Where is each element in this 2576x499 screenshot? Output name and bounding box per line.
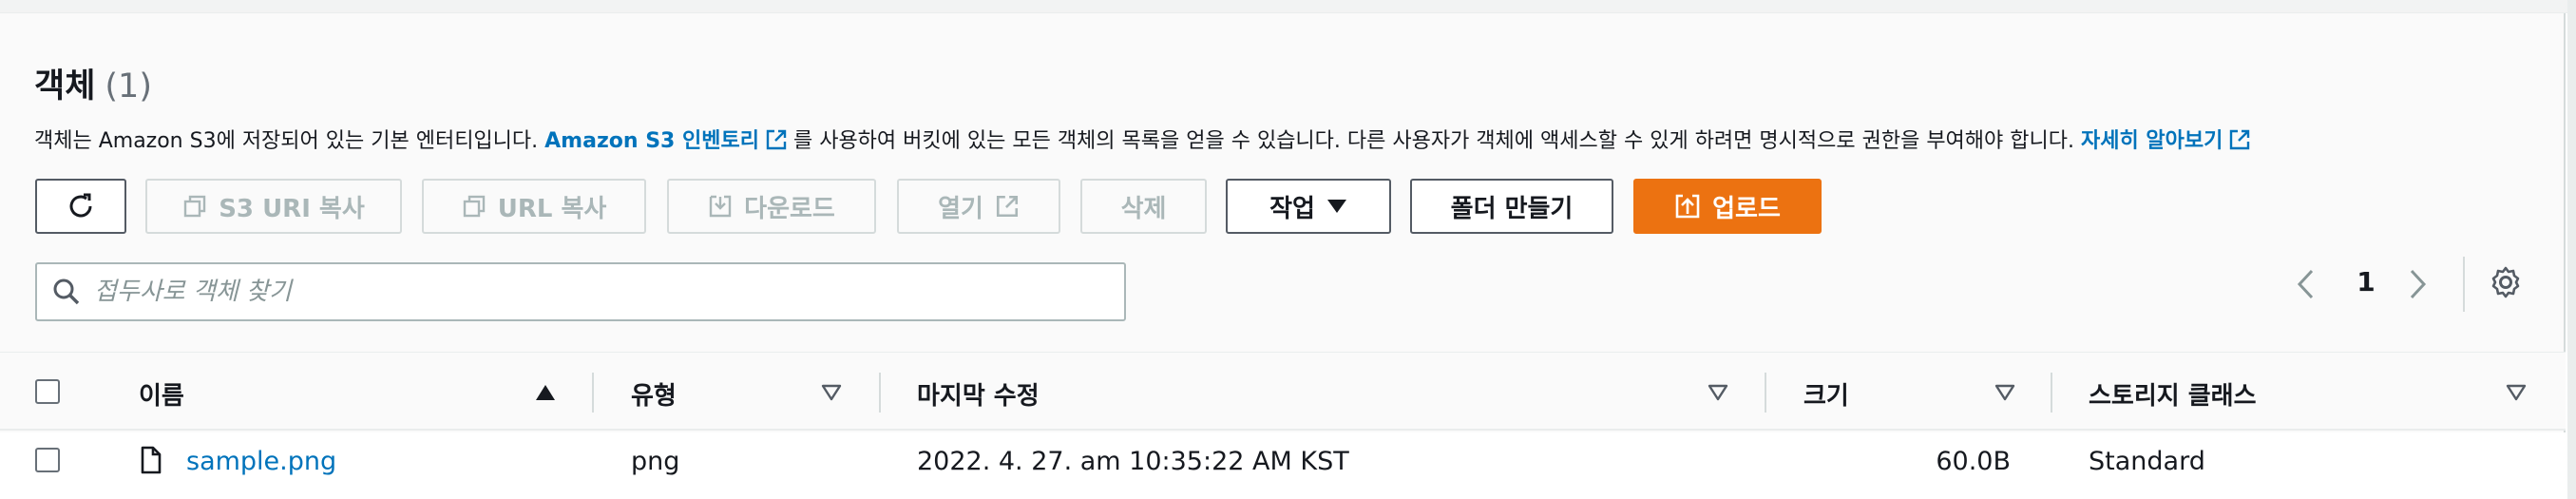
section-description: 객체는 Amazon S3에 저장되어 있는 기본 엔터티입니다. Amazon… (34, 124, 2257, 154)
object-name-link[interactable]: sample.png (186, 447, 336, 476)
current-page[interactable]: 1 (2352, 266, 2380, 297)
create-folder-label: 폴더 만들기 (1450, 194, 1574, 223)
copy-icon (184, 195, 206, 218)
download-icon (709, 195, 732, 218)
select-all-checkbox[interactable] (35, 379, 60, 404)
settings-gear-icon[interactable] (2489, 265, 2523, 299)
search-input[interactable] (94, 278, 1092, 306)
refresh-icon (69, 193, 92, 218)
copy-url-button[interactable]: URL 복사 (422, 179, 646, 234)
search-icon (53, 278, 80, 305)
column-header-last-modified[interactable]: 마지막 수정 (917, 376, 1040, 412)
column-header-storage-class[interactable]: 스토리지 클래스 (2089, 376, 2257, 412)
upload-label: 업로드 (1712, 194, 1781, 223)
delete-label: 삭제 (1120, 194, 1167, 223)
create-folder-button[interactable]: 폴더 만들기 (1410, 179, 1613, 234)
object-type: png (631, 447, 680, 476)
inventory-link[interactable]: Amazon S3 인벤토리 (544, 129, 759, 153)
external-link-icon (2230, 129, 2250, 150)
object-size: 60.0B (1936, 447, 2011, 476)
section-title: 객체 (1) (34, 59, 152, 107)
external-link-icon (996, 195, 1018, 218)
caret-down-icon (1326, 200, 1346, 213)
object-last-modified: 2022. 4. 27. am 10:35:22 AM KST (917, 447, 1349, 476)
open-label: 열기 (938, 194, 983, 223)
sort-icon[interactable] (1708, 384, 1728, 401)
description-middle: 를 사용하여 버킷에 있는 모든 객체의 목록을 얻을 수 있습니다. 다른 사… (792, 129, 2074, 153)
external-link-icon (766, 129, 787, 150)
copy-url-label: URL 복사 (497, 194, 607, 223)
description-prefix: 객체는 Amazon S3에 저장되어 있는 기본 엔터티입니다. (34, 129, 539, 153)
previous-page-icon[interactable] (2294, 268, 2318, 300)
download-button[interactable]: 다운로드 (667, 179, 876, 234)
column-separator[interactable] (592, 373, 594, 413)
upload-icon (1675, 194, 1700, 219)
delete-button[interactable]: 삭제 (1080, 179, 1207, 234)
column-header-size[interactable]: 크기 (1803, 376, 1849, 412)
copy-icon (463, 195, 485, 218)
open-button[interactable]: 열기 (897, 179, 1060, 234)
sort-icon[interactable] (1994, 384, 2015, 401)
search-box[interactable] (35, 262, 1126, 321)
scrollbar-gutter (2567, 0, 2576, 499)
copy-s3-uri-button[interactable]: S3 URI 복사 (145, 179, 402, 234)
sort-icon[interactable] (821, 384, 842, 401)
actions-dropdown[interactable]: 작업 (1226, 179, 1391, 234)
upload-button[interactable]: 업로드 (1633, 179, 1822, 234)
object-storage-class: Standard (2089, 447, 2205, 476)
top-strip (0, 0, 2576, 13)
column-separator[interactable] (1765, 373, 1766, 413)
sort-icon[interactable] (2506, 384, 2527, 401)
next-page-icon[interactable] (2405, 268, 2430, 300)
object-count: (1) (105, 67, 152, 106)
download-label: 다운로드 (744, 194, 835, 223)
pager-divider (2463, 257, 2465, 312)
column-header-type[interactable]: 유형 (631, 376, 677, 412)
sort-ascending-icon[interactable] (535, 384, 556, 401)
section-title-text: 객체 (34, 67, 96, 106)
row-select-checkbox[interactable] (35, 448, 60, 472)
copy-s3-uri-label: S3 URI 복사 (219, 194, 365, 223)
learn-more-link[interactable]: 자세히 알아보기 (2081, 129, 2223, 153)
column-separator[interactable] (2051, 373, 2052, 413)
refresh-button[interactable] (35, 179, 126, 234)
column-separator[interactable] (879, 373, 881, 413)
file-icon (141, 446, 162, 474)
column-header-name[interactable]: 이름 (139, 376, 184, 412)
actions-label: 작업 (1269, 194, 1315, 223)
